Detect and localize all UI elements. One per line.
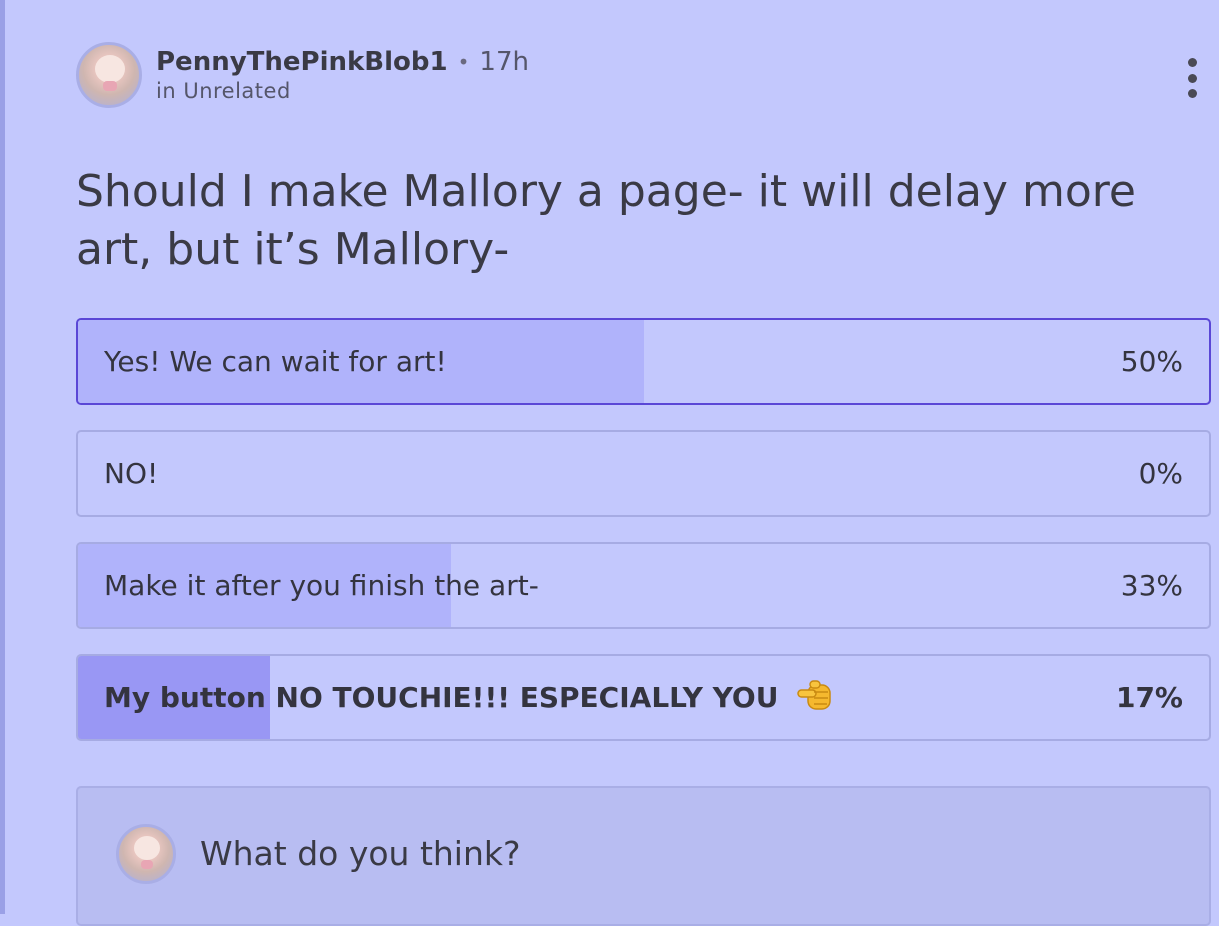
more-dot <box>1187 89 1197 98</box>
poll-option-label: NO! <box>104 457 159 490</box>
poll-option-percent: 0% <box>1138 457 1183 490</box>
poll-option-percent: 33% <box>1120 569 1183 602</box>
comment-input[interactable]: What do you think? <box>200 832 521 876</box>
poll-option-label-wrap: My button NO TOUCHIE!!! ESPECIALLY YOU <box>104 656 836 739</box>
poll-option-percent: 50% <box>1120 345 1183 378</box>
poll-option-2[interactable]: NO! 0% <box>76 430 1211 517</box>
more-dot <box>1187 73 1197 83</box>
post-category[interactable]: in Unrelated <box>156 79 529 103</box>
poll-option-percent: 17% <box>1115 681 1183 714</box>
avatar-bow <box>141 860 153 869</box>
separator-dot: • <box>457 50 470 74</box>
post-time: 17h <box>479 47 529 77</box>
more-dot <box>1187 58 1197 67</box>
author-line: PennyThePinkBlob1 • 17h <box>156 47 529 77</box>
poll-option-label: My button NO TOUCHIE!!! ESPECIALLY YOU <box>104 681 779 714</box>
window-edge <box>0 0 5 914</box>
poll-option-label: Make it after you finish the art- <box>104 569 539 602</box>
author-block: PennyThePinkBlob1 • 17h in Unrelated <box>156 47 529 103</box>
avatar-figure <box>95 55 125 83</box>
avatar-bow <box>103 81 117 91</box>
poll-option-3[interactable]: Make it after you finish the art- 33% <box>76 542 1211 629</box>
commenter-avatar <box>116 824 176 884</box>
poll-option-label: Yes! We can wait for art! <box>104 345 447 378</box>
poll-option-1[interactable]: Yes! We can wait for art! 50% <box>76 318 1211 405</box>
poll-option-4[interactable]: My button NO TOUCHIE!!! ESPECIALLY YOU 1… <box>76 654 1211 741</box>
avatar-figure <box>134 836 160 860</box>
more-options-icon[interactable] <box>1180 58 1204 98</box>
author-avatar[interactable] <box>76 42 142 108</box>
comment-box[interactable]: What do you think? <box>76 786 1211 926</box>
post-title: Should I make Mallory a page- it will de… <box>76 166 1136 275</box>
post-header: PennyThePinkBlob1 • 17h in Unrelated <box>76 42 529 108</box>
pointing-fist-icon <box>797 680 831 710</box>
author-name[interactable]: PennyThePinkBlob1 <box>156 47 448 77</box>
